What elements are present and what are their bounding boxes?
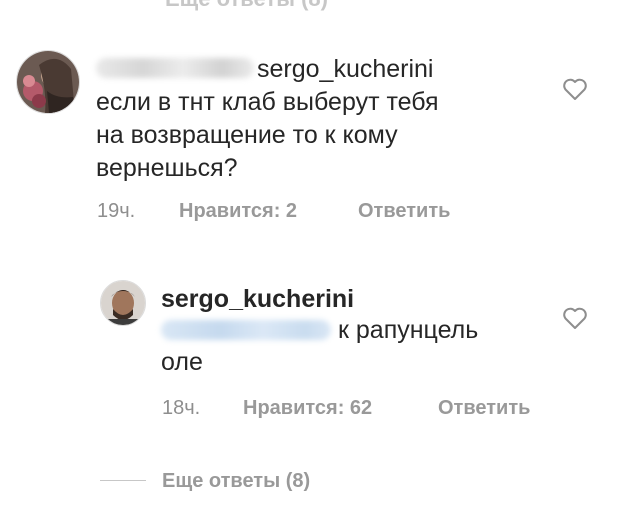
more-replies-divider xyxy=(100,480,146,481)
more-replies-top-partial[interactable]: Еще ответы (8) xyxy=(165,0,328,12)
commenter-avatar[interactable] xyxy=(16,50,80,114)
comment-time: 19ч. xyxy=(97,200,136,222)
reply-time: 18ч. xyxy=(162,397,201,419)
comment-likes[interactable]: Нравится: 2 xyxy=(179,200,297,223)
more-replies-label[interactable]: Еще ответы (8) xyxy=(162,470,310,492)
blurred-mention[interactable] xyxy=(161,320,331,340)
comment-text-line-1: если в тнт клаб выберут тебя xyxy=(96,88,439,116)
comment-mention[interactable]: sergo_kucherini xyxy=(257,53,434,86)
comment-reply-button[interactable]: Ответить xyxy=(358,200,450,223)
more-replies-button[interactable]: Еще ответы (8) xyxy=(162,470,310,493)
reply-text-line-1: к рапунцель xyxy=(338,316,479,344)
reply-text-line-2: оле xyxy=(161,348,203,376)
reply-likes[interactable]: Нравится: 62 xyxy=(243,397,372,420)
reply-reply-button[interactable]: Ответить xyxy=(438,397,530,420)
comment-likes-label[interactable]: Нравится: 2 xyxy=(179,200,297,222)
comment-text-line-3: вернешься? xyxy=(96,154,238,182)
heart-icon[interactable] xyxy=(562,77,588,101)
comment-text-line-2: на возвращение то к кому xyxy=(96,121,398,149)
reply-reply-label[interactable]: Ответить xyxy=(438,397,530,419)
heart-icon[interactable] xyxy=(562,306,588,330)
comment-reply-label[interactable]: Ответить xyxy=(358,200,450,222)
reply-username[interactable]: sergo_kucherini xyxy=(161,283,354,316)
blurred-username[interactable] xyxy=(96,58,254,78)
reply-likes-label[interactable]: Нравится: 62 xyxy=(243,397,372,419)
reply-author-avatar[interactable] xyxy=(100,280,146,326)
